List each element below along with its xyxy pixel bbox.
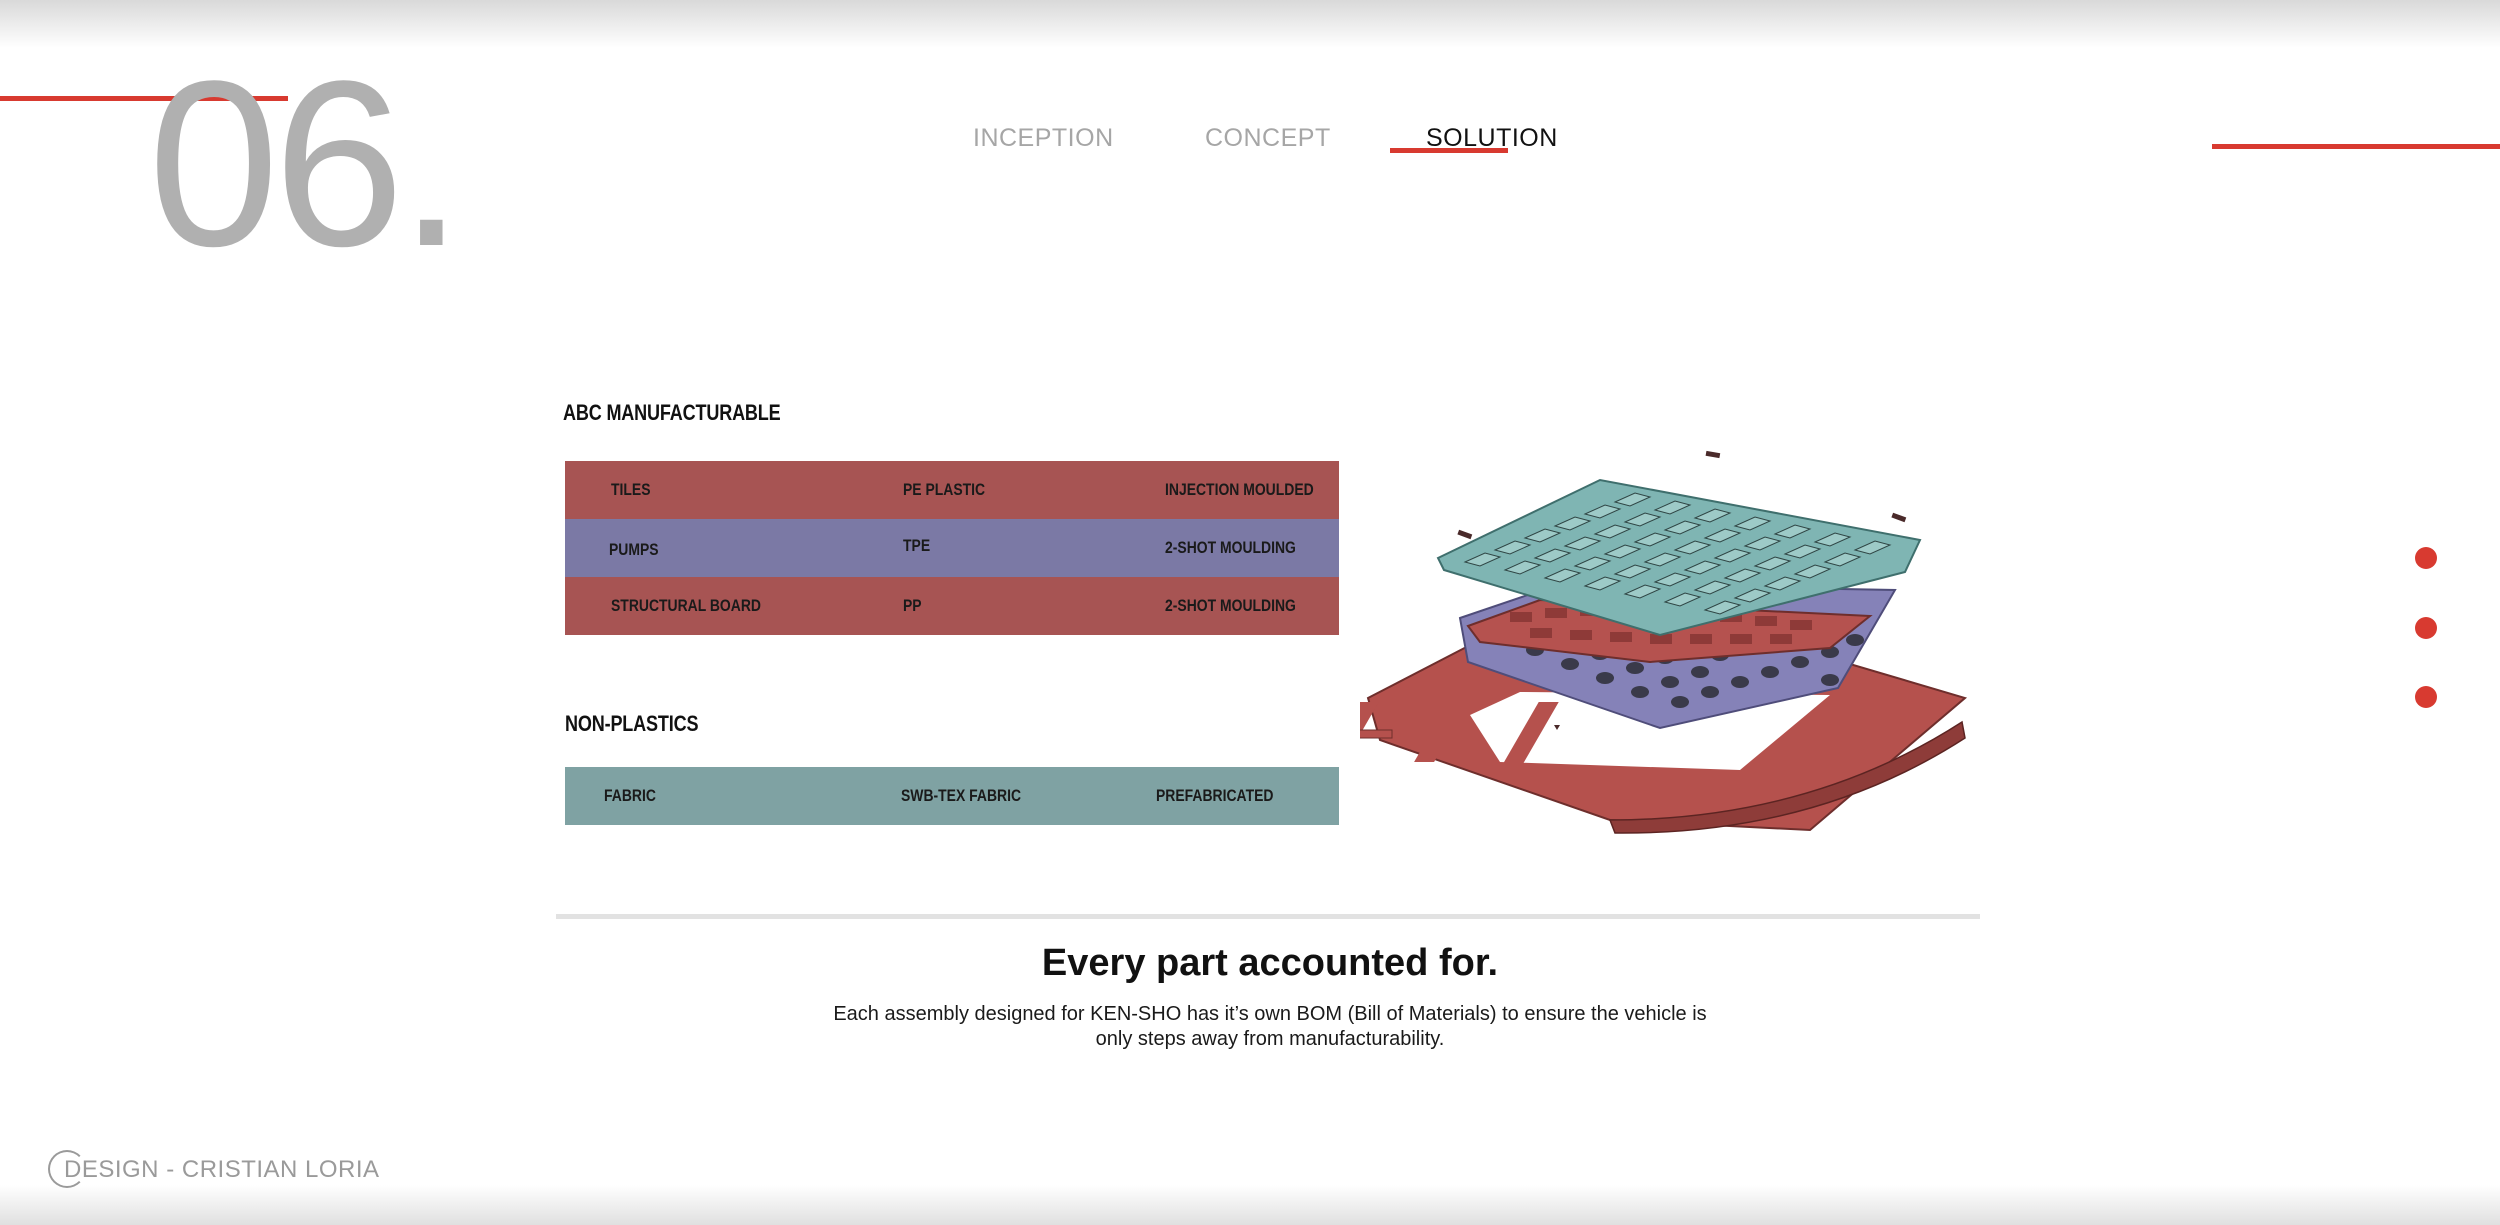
footer-logo[interactable]: DESIGN - CRISTIAN LORIA [48, 1148, 388, 1192]
cell-process: 2-SHOT MOULDING [1165, 538, 1296, 557]
section-number: 06. [148, 32, 464, 296]
cell-material: PP [903, 596, 922, 615]
logo-author: CRISTIAN LORIA [181, 1156, 380, 1183]
exploded-assembly-image [1360, 450, 1968, 834]
side-nav-dot-3[interactable] [2415, 686, 2437, 708]
logo-design-text: DESIGN [64, 1156, 160, 1183]
side-nav-dot-1[interactable] [2415, 547, 2437, 569]
nav-concept[interactable]: CONCEPT [1205, 124, 1331, 153]
cell-material: PE PLASTIC [903, 480, 986, 499]
cell-process: PREFABRICATED [1156, 786, 1274, 805]
cell-process: 2-SHOT MOULDING [1165, 596, 1296, 615]
cell-material: SWB-TEX FABRIC [901, 786, 1022, 805]
nav-inception[interactable]: INCEPTION [973, 124, 1114, 153]
table-row: FABRIC SWB-TEX FABRIC PREFABRICATED [565, 767, 1339, 825]
cell-material: TPE [903, 536, 931, 555]
side-nav-dot-2[interactable] [2415, 617, 2437, 639]
description: Each assembly designed for KEN-SHO has i… [820, 1002, 1720, 1052]
table-row: PUMPS TPE 2-SHOT MOULDING [565, 519, 1339, 577]
logo-text: DESIGN - CRISTIAN LORIA [64, 1156, 380, 1184]
non-plastics-table: FABRIC SWB-TEX FABRIC PREFABRICATED [565, 767, 1339, 825]
nav-active-underline [1390, 148, 1508, 153]
headline: Every part accounted for. [1041, 942, 1499, 984]
abc-table: TILES PE PLASTIC INJECTION MOULDED PUMPS… [565, 461, 1339, 635]
cell-part: FABRIC [604, 786, 656, 805]
description-line-1: Each assembly designed for KEN-SHO has i… [833, 1003, 1707, 1025]
table-row: TILES PE PLASTIC INJECTION MOULDED [565, 461, 1339, 519]
top-nav: INCEPTION CONCEPT SOLUTION [0, 124, 2500, 164]
non-plastics-title: NON-PLASTICS [565, 711, 699, 736]
cell-part: TILES [611, 480, 651, 499]
cell-part: PUMPS [609, 540, 659, 559]
description-line-2: only steps away from manufacturability. [1095, 1028, 1445, 1050]
table-row: STRUCTURAL BOARD PP 2-SHOT MOULDING [565, 577, 1339, 635]
cell-part: STRUCTURAL BOARD [611, 596, 761, 615]
abc-title: ABC MANUFACTURABLE [563, 400, 781, 425]
panel-divider [556, 914, 1980, 919]
logo-separator: - [166, 1156, 175, 1183]
cell-process: INJECTION MOULDED [1165, 480, 1314, 499]
